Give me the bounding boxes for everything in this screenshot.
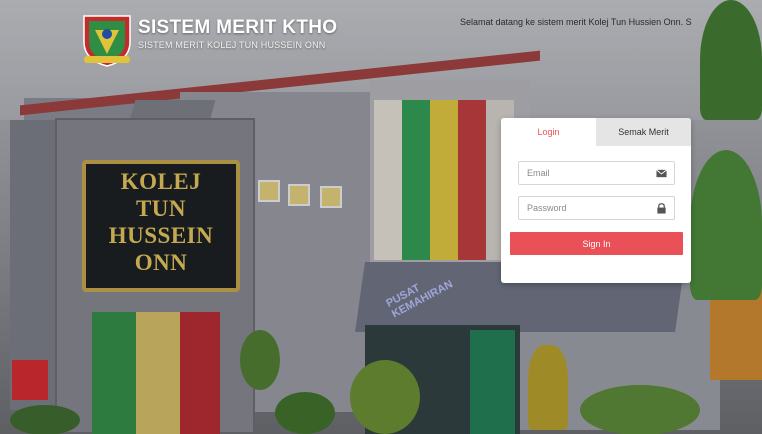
college-crest-icon[interactable] — [80, 12, 134, 68]
tab-login[interactable]: Login — [501, 118, 596, 146]
site-header: SISTEM MERIT KTHO SISTEM MERIT KOLEJ TUN… — [0, 0, 762, 70]
envelope-icon — [656, 169, 667, 178]
password-field-wrapper — [518, 196, 675, 220]
welcome-marquee: Selamat datang ke sistem merit Kolej Tun… — [460, 17, 692, 27]
site-subtitle: SISTEM MERIT KOLEJ TUN HUSSEIN ONN — [138, 40, 326, 50]
tab-semak-merit[interactable]: Semak Merit — [596, 118, 691, 146]
email-field[interactable] — [527, 163, 657, 183]
email-field-wrapper — [518, 161, 675, 185]
lock-icon — [657, 203, 666, 214]
sign-in-button[interactable]: Sign In — [510, 232, 683, 255]
password-field[interactable] — [527, 198, 657, 218]
site-title: SISTEM MERIT KTHO — [138, 17, 338, 38]
login-tabs: Login Semak Merit — [501, 118, 691, 146]
login-card: Login Semak Merit Sign In — [501, 118, 691, 283]
